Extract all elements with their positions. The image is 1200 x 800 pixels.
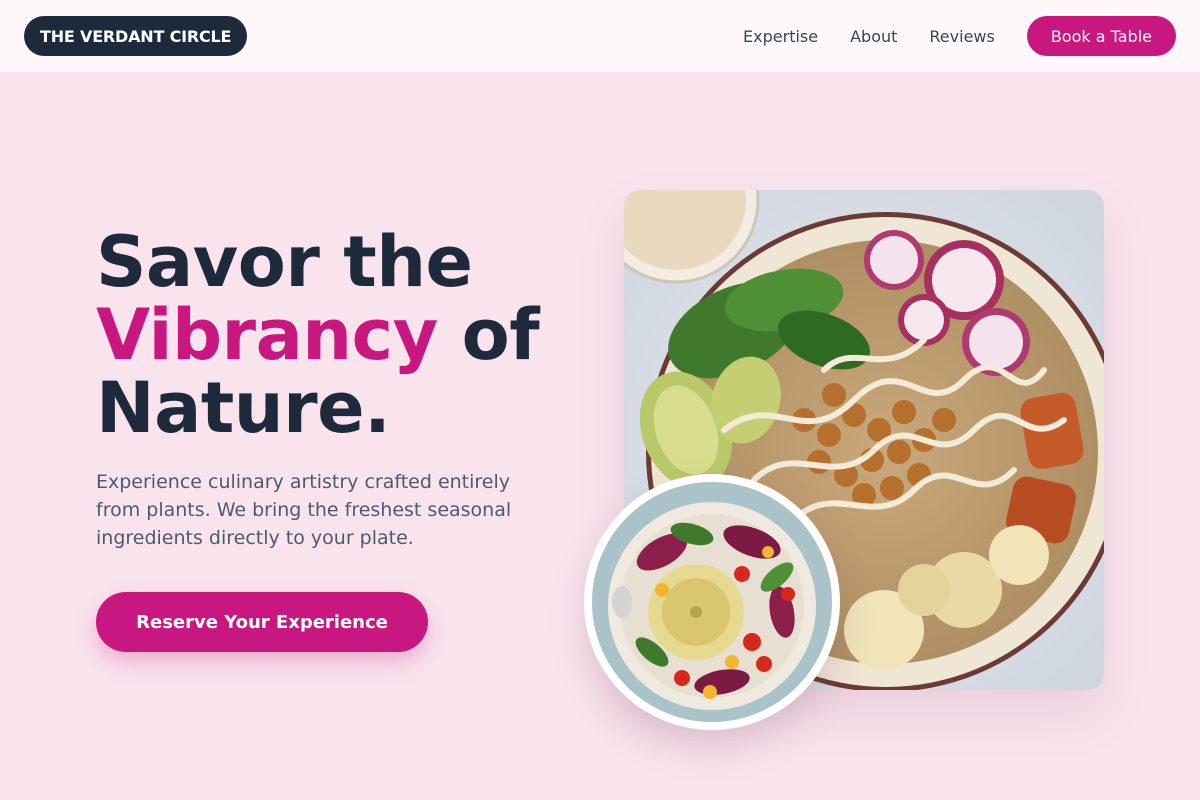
hero-subtitle: Experience culinary artistry crafted ent… <box>96 471 512 549</box>
nav-link-about[interactable]: About <box>850 27 897 46</box>
nav-link-reviews[interactable]: Reviews <box>929 27 994 46</box>
site-header: THE VERDANT CIRCLE Expertise About Revie… <box>0 0 1200 72</box>
hero-title-line3: Nature. <box>96 367 391 449</box>
reserve-experience-button[interactable]: Reserve Your Experience <box>96 592 428 652</box>
hero-title-accent: Vibrancy <box>96 294 438 376</box>
hummus-salad-frame <box>592 482 832 722</box>
hero-title: Savor the Vibrancy of Nature. <box>96 226 596 445</box>
hummus-salad-photo <box>584 474 840 730</box>
brand-logo[interactable]: THE VERDANT CIRCLE <box>24 16 248 56</box>
main-nav: Expertise About Reviews Book a Table <box>743 16 1176 56</box>
hero-title-line2-rest: of <box>437 294 540 376</box>
hummus-salad-illustration <box>592 482 832 722</box>
hero-title-line1: Savor the <box>96 221 473 303</box>
nav-link-expertise[interactable]: Expertise <box>743 27 818 46</box>
book-table-button[interactable]: Book a Table <box>1026 16 1176 56</box>
